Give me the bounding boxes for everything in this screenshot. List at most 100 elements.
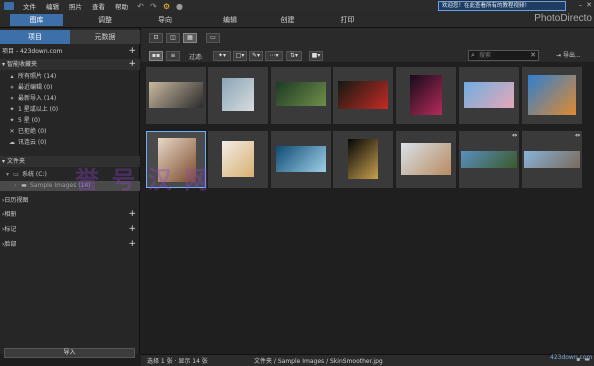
window-controls: – ✕ [579, 1, 592, 9]
thumbnail-ocean-wave[interactable] [271, 131, 331, 188]
file-path: 文件夹 / Sample Images / SkinSmoother.jpg [254, 358, 383, 365]
add-project-icon[interactable]: + [128, 46, 136, 56]
albums-header[interactable]: ›相册 + [0, 209, 140, 220]
smart-item-all-photos[interactable]: ▴ 所有照片 (14) [0, 72, 140, 82]
tab-adjust[interactable]: 调整 [80, 14, 130, 26]
thumbnail-forest-path[interactable] [271, 67, 331, 124]
search-input[interactable] [479, 51, 529, 60]
thumbnail-image [410, 75, 442, 115]
menu-view[interactable]: 查看 [87, 1, 110, 11]
smart-item-label: 最近编辑 (0) [18, 84, 53, 91]
info-icon[interactable]: ● [174, 1, 185, 11]
smart-item-label: 最新导入 (14) [18, 95, 57, 102]
thumbnail-image [222, 141, 254, 177]
thumbnail-panorama-clouds[interactable]: ⇔ [522, 131, 582, 188]
smart-item-5-star[interactable]: ✦ 5 星 (0) [0, 116, 140, 126]
view-monitor-icon[interactable]: ▭ [206, 33, 220, 43]
menu-edit[interactable]: 编辑 [41, 1, 64, 11]
menu-help[interactable]: 帮助 [110, 1, 133, 11]
tab-project[interactable]: 项目 [0, 30, 70, 44]
thumbnail-night-street-neon[interactable] [396, 67, 456, 124]
library-toolbar: ⊡ ◫ ▦ ▭ ▪▪ ≡ 过滤: ✦▾ □▾ ✎▾ ⋯▾ ⇅▾ ■▾ ⌕ ✕ ⇥… [141, 28, 594, 62]
add-smart-collection-icon[interactable]: + [128, 59, 136, 69]
menu-file[interactable]: 文件 [18, 1, 41, 11]
thumbnail-panorama-landscape[interactable]: ⇔ [459, 131, 519, 188]
smart-item-cloud[interactable]: ☁ 讯连云 (0) [0, 138, 140, 148]
smart-item-1-star[interactable]: ✦ 1 星或以上 (0) [0, 105, 140, 115]
panorama-badge-icon: ⇔ [511, 132, 517, 139]
sort-dropdown[interactable]: ⇅▾ [286, 51, 302, 61]
thumbnail-dark-window-light[interactable] [333, 131, 393, 188]
filter-rating-dropdown[interactable]: □▾ [233, 51, 247, 61]
export-button[interactable]: ⇥ 导出... [556, 50, 581, 59]
all-photos-icon: ▴ [10, 73, 14, 80]
smart-item-recent-import[interactable]: ⋄ 最新导入 (14) [0, 94, 140, 104]
thumbnail-woman-sofa[interactable] [396, 131, 456, 188]
star-icon: ✦ [9, 106, 15, 113]
undo-icon[interactable]: ↶ [135, 1, 146, 11]
minimize-icon[interactable]: – [579, 1, 583, 9]
view-grid-icon[interactable]: ▦ [183, 33, 197, 43]
thumb-small-icon[interactable]: ▪▪ [149, 51, 163, 61]
color-label-dropdown[interactable]: ■▾ [309, 51, 323, 61]
add-album-icon[interactable]: + [128, 209, 136, 219]
faces-header[interactable]: ›脸部 + [0, 239, 140, 250]
tab-edit[interactable]: 编辑 [205, 14, 255, 26]
filter-tag-dropdown[interactable]: ✎▾ [249, 51, 263, 61]
smart-item-rejected[interactable]: ✕ 已拒绝 (0) [0, 127, 140, 137]
smart-collections-label: 智能收藏夹 [6, 61, 37, 68]
settings-gear-icon[interactable]: ⚙ [161, 1, 172, 11]
filter-flag-dropdown[interactable]: ✦▾ [213, 51, 231, 61]
recent-import-icon: ⋄ [10, 95, 14, 102]
thumbnail-image [524, 151, 580, 168]
thumbnail-image [276, 82, 326, 106]
search-box[interactable]: ⌕ ✕ [468, 50, 539, 61]
tab-create[interactable]: 创建 [265, 14, 310, 26]
thumbnail-image [276, 146, 326, 172]
tab-guided[interactable]: 导向 [140, 14, 190, 26]
calendar-view-header[interactable]: ›日历视图 [0, 195, 140, 206]
folder-icon: ▬ [21, 182, 27, 189]
tab-metadata[interactable]: 元数据 [70, 30, 140, 44]
selection-count: 选择 1 张 · 显示 14 张 [147, 358, 208, 365]
smart-item-recent-edit[interactable]: ⋄ 最近编辑 (0) [0, 83, 140, 93]
view-single-icon[interactable]: ⊡ [149, 33, 163, 43]
thumbnail-skydiver-blue-sky[interactable] [522, 67, 582, 124]
add-tag-icon[interactable]: + [128, 224, 136, 234]
section-label: 脸部 [4, 241, 17, 248]
thumbnail-concert-crowd[interactable] [146, 67, 206, 124]
filter-label: 过滤: [189, 54, 204, 61]
smart-item-label: 1 星或以上 (0) [18, 106, 59, 113]
site-mark: 423down.com [550, 354, 593, 361]
clear-search-icon[interactable]: ✕ [530, 51, 536, 60]
thumbnail-colored-smoke[interactable] [459, 67, 519, 124]
add-face-icon[interactable]: + [128, 239, 136, 249]
thumbnail-water-splash-figure[interactable] [208, 67, 268, 124]
import-button[interactable]: 导入 [4, 348, 135, 358]
redo-icon[interactable]: ↷ [148, 1, 159, 11]
tags-header[interactable]: ›标记 + [0, 224, 140, 235]
thumb-list-icon[interactable]: ≡ [166, 51, 180, 61]
thumbnail-red-poppy[interactable] [333, 67, 393, 124]
menu-photo[interactable]: 照片 [64, 1, 87, 11]
smart-collections-header[interactable]: ▾ 智能收藏夹 + [0, 59, 140, 70]
tab-print[interactable]: 打印 [325, 14, 370, 26]
collapse-icon: ▾ [2, 61, 6, 68]
thumbnail-blonde-portrait[interactable] [208, 131, 268, 188]
welcome-banner[interactable]: 欢迎您！在此查看所有的教程视频！ [438, 1, 566, 11]
module-tabs: 图库 调整 导向 编辑 创建 打印 PhotoDirecto [0, 12, 594, 28]
panorama-badge-icon: ⇔ [574, 132, 580, 139]
folders-label: 文件夹 [6, 158, 25, 165]
thumbnail-image [222, 78, 254, 111]
tab-library[interactable]: 图库 [10, 14, 63, 26]
search-icon: ⌕ [471, 51, 475, 59]
cloud-icon: ☁ [9, 139, 15, 146]
status-bar: 选择 1 张 · 显示 14 张 文件夹 / Sample Images / S… [141, 354, 594, 366]
filter-more-dropdown[interactable]: ⋯▾ [265, 51, 283, 61]
smart-item-label: 5 星 (0) [18, 117, 41, 124]
collapse-icon: ▾ [2, 158, 6, 165]
close-icon[interactable]: ✕ [586, 1, 592, 9]
section-label: 标记 [4, 226, 17, 233]
view-compare-icon[interactable]: ◫ [166, 33, 180, 43]
thumbnail-grid: ⇔ ⇔ [141, 62, 594, 354]
